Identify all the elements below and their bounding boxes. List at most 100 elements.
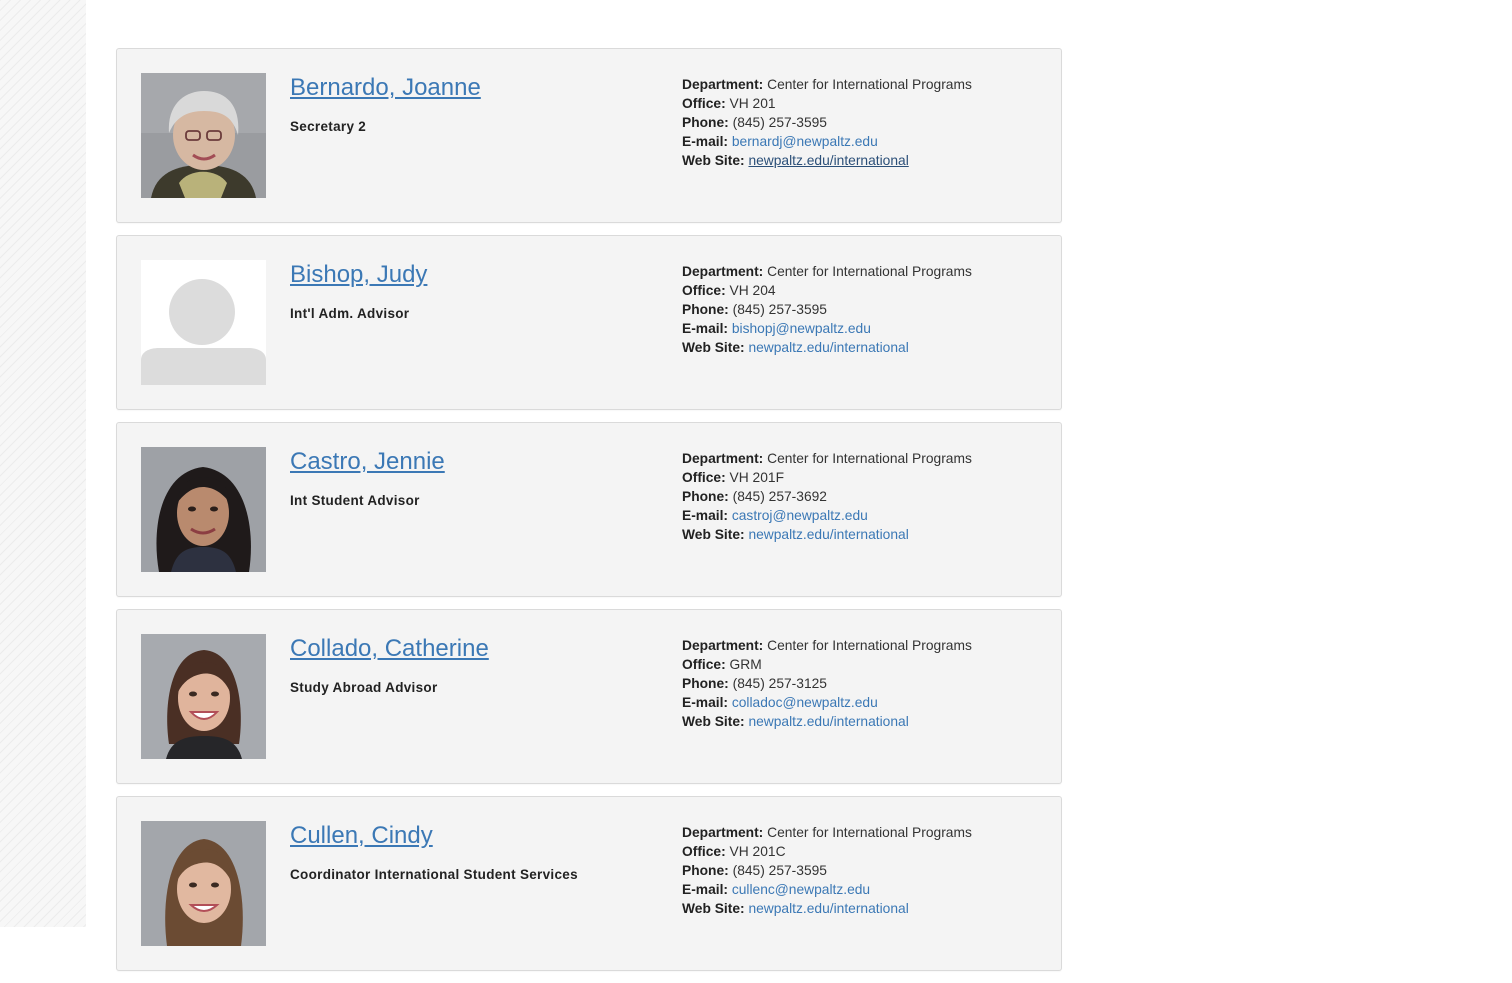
office-row: Office: VH 201C [682,842,972,861]
placeholder-avatar-icon [141,260,266,385]
staff-card: Cullen, Cindy Coordinator International … [116,796,1062,971]
department-label: Department: [682,638,764,653]
office-label: Office: [682,844,726,859]
staff-card: Castro, Jennie Int Student Advisor Depar… [116,422,1062,597]
phone-row: Phone: (845) 257-3595 [682,113,972,132]
phone-row: Phone: (845) 257-3595 [682,861,972,880]
staff-name-link[interactable]: Castro, Jennie [290,448,445,476]
staff-name-link[interactable]: Cullen, Cindy [290,822,433,850]
staff-contact-info: Department: Center for International Pro… [682,823,972,918]
phone-label: Phone: [682,676,729,691]
office-label: Office: [682,283,726,298]
website-label: Web Site: [682,340,745,355]
phone-label: Phone: [682,863,729,878]
website-row: Web Site: newpaltz.edu/international [682,712,972,731]
department-value: Center for International Programs [767,638,972,653]
staff-photo [141,447,266,572]
website-row: Web Site: newpaltz.edu/international [682,899,972,918]
website-link[interactable]: newpaltz.edu/international [748,340,908,355]
staff-job-title: Int'l Adm. Advisor [290,306,410,321]
staff-contact-info: Department: Center for International Pro… [682,636,972,731]
email-link[interactable]: colladoc@newpaltz.edu [732,695,878,710]
staff-card: Collado, Catherine Study Abroad Advisor … [116,609,1062,784]
office-label: Office: [682,470,726,485]
website-link[interactable]: newpaltz.edu/international [748,901,908,916]
department-value: Center for International Programs [767,77,972,92]
phone-row: Phone: (845) 257-3595 [682,300,972,319]
department-label: Department: [682,264,764,279]
website-label: Web Site: [682,901,745,916]
website-label: Web Site: [682,527,745,542]
email-row: E-mail: bishopj@newpaltz.edu [682,319,972,338]
office-row: Office: GRM [682,655,972,674]
staff-contact-info: Department: Center for International Pro… [682,449,972,544]
email-link[interactable]: bernardj@newpaltz.edu [732,134,878,149]
office-value: VH 201 [729,96,776,111]
staff-name-link[interactable]: Bernardo, Joanne [290,74,481,102]
website-link[interactable]: newpaltz.edu/international [748,714,908,729]
phone-label: Phone: [682,115,729,130]
office-row: Office: VH 201 [682,94,972,113]
phone-value: (845) 257-3595 [732,863,827,878]
website-label: Web Site: [682,714,745,729]
phone-value: (845) 257-3692 [732,489,827,504]
staff-card: Bishop, Judy Int'l Adm. Advisor Departme… [116,235,1062,410]
department-row: Department: Center for International Pro… [682,75,972,94]
staff-photo [141,821,266,946]
department-row: Department: Center for International Pro… [682,262,972,281]
email-link[interactable]: cullenc@newpaltz.edu [732,882,870,897]
staff-name-link[interactable]: Bishop, Judy [290,261,427,289]
department-value: Center for International Programs [767,264,972,279]
staff-name-link[interactable]: Collado, Catherine [290,635,489,663]
staff-contact-info: Department: Center for International Pro… [682,262,972,357]
office-row: Office: VH 201F [682,468,972,487]
email-label: E-mail: [682,882,728,897]
phone-value: (845) 257-3125 [732,676,827,691]
staff-job-title: Coordinator International Student Servic… [290,867,578,882]
office-label: Office: [682,657,726,672]
department-label: Department: [682,825,764,840]
email-label: E-mail: [682,695,728,710]
website-link[interactable]: newpaltz.edu/international [748,527,908,542]
staff-card: Bernardo, Joanne Secretary 2 Department:… [116,48,1062,223]
office-label: Office: [682,96,726,111]
phone-row: Phone: (845) 257-3125 [682,674,972,693]
left-decorative-stripe [0,0,86,927]
staff-job-title: Secretary 2 [290,119,367,134]
website-row: Web Site: newpaltz.edu/international [682,151,972,170]
phone-row: Phone: (845) 257-3692 [682,487,972,506]
office-value: VH 201C [729,844,786,859]
department-value: Center for International Programs [767,825,972,840]
office-value: VH 204 [729,283,776,298]
office-row: Office: VH 204 [682,281,972,300]
email-label: E-mail: [682,321,728,336]
email-row: E-mail: castroj@newpaltz.edu [682,506,972,525]
website-label: Web Site: [682,153,745,168]
department-label: Department: [682,77,764,92]
office-value: GRM [729,657,762,672]
email-link[interactable]: castroj@newpaltz.edu [732,508,868,523]
website-row: Web Site: newpaltz.edu/international [682,525,972,544]
department-row: Department: Center for International Pro… [682,636,972,655]
website-row: Web Site: newpaltz.edu/international [682,338,972,357]
staff-directory-list: Bernardo, Joanne Secretary 2 Department:… [116,48,1062,983]
department-value: Center for International Programs [767,451,972,466]
department-label: Department: [682,451,764,466]
phone-value: (845) 257-3595 [732,302,827,317]
staff-job-title: Int Student Advisor [290,493,420,508]
department-row: Department: Center for International Pro… [682,449,972,468]
department-row: Department: Center for International Pro… [682,823,972,842]
email-label: E-mail: [682,508,728,523]
staff-photo [141,73,266,198]
staff-job-title: Study Abroad Advisor [290,680,438,695]
staff-photo [141,634,266,759]
office-value: VH 201F [729,470,784,485]
email-row: E-mail: colladoc@newpaltz.edu [682,693,972,712]
email-label: E-mail: [682,134,728,149]
email-row: E-mail: cullenc@newpaltz.edu [682,880,972,899]
email-row: E-mail: bernardj@newpaltz.edu [682,132,972,151]
phone-label: Phone: [682,489,729,504]
email-link[interactable]: bishopj@newpaltz.edu [732,321,871,336]
phone-label: Phone: [682,302,729,317]
website-link[interactable]: newpaltz.edu/international [748,153,908,168]
